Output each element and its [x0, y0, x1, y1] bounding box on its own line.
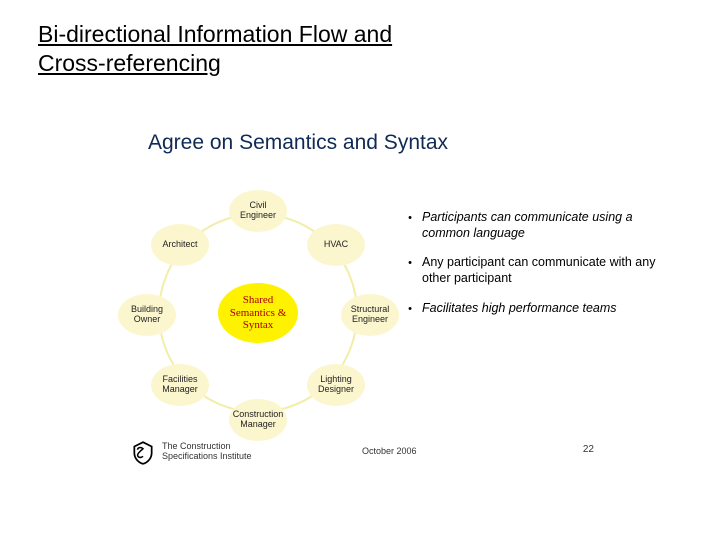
title-line-1: Bi-directional Information Flow and: [38, 21, 392, 47]
node-civil-engineer: Civil Engineer: [229, 190, 287, 232]
footer-date: October 2006: [362, 446, 417, 456]
footer-page-number: 22: [583, 444, 594, 455]
bullet-text: Participants can communicate using a com…: [422, 210, 663, 241]
bullet-dot-icon: •: [398, 210, 422, 224]
bullet-text: Facilitates high performance teams: [422, 301, 663, 317]
bullet-row: • Facilitates high performance teams: [398, 301, 663, 317]
bullet-dot-icon: •: [398, 255, 422, 269]
header: Bi-directional Information Flow and Cros…: [0, 0, 720, 78]
footer: The Construction Specifications Institut…: [0, 442, 720, 476]
node-facilities-manager: Facilities Manager: [151, 364, 209, 406]
ring-diagram: Shared Semantics & Syntax Civil Engineer…: [118, 188, 418, 438]
node-structural-engineer: Structural Engineer: [341, 294, 399, 336]
page-title: Bi-directional Information Flow and Cros…: [38, 20, 682, 78]
org-line-1: The Construction: [162, 441, 231, 451]
node-lighting-designer: Lighting Designer: [307, 364, 365, 406]
node-hvac: HVAC: [307, 224, 365, 266]
center-node: Shared Semantics & Syntax: [218, 283, 298, 343]
csi-logo-icon: [130, 440, 156, 466]
bullet-row: • Any participant can communicate with a…: [398, 255, 663, 286]
bullet-text: Any participant can communicate with any…: [422, 255, 663, 286]
node-architect: Architect: [151, 224, 209, 266]
node-construction-manager: Construction Manager: [229, 399, 287, 441]
node-building-owner: Building Owner: [118, 294, 176, 336]
org-line-2: Specifications Institute: [162, 451, 252, 461]
footer-org: The Construction Specifications Institut…: [162, 442, 252, 462]
title-line-2: Cross-referencing: [38, 50, 221, 76]
bullet-dot-icon: •: [398, 301, 422, 315]
bullet-list: • Participants can communicate using a c…: [398, 210, 663, 330]
slide-subtitle: Agree on Semantics and Syntax: [148, 131, 448, 155]
bullet-row: • Participants can communicate using a c…: [398, 210, 663, 241]
